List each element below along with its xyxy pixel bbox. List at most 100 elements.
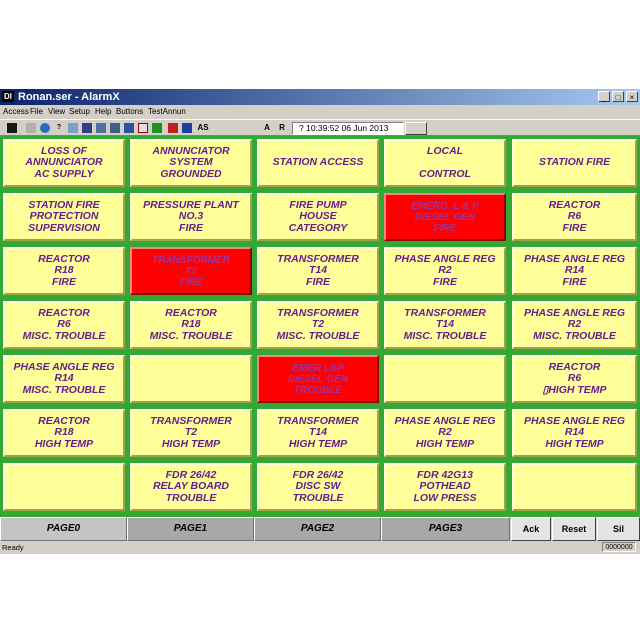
minimize-icon[interactable]: _: [598, 91, 610, 102]
list-icon[interactable]: [96, 123, 106, 133]
view-icon[interactable]: [68, 123, 78, 133]
tile-label: REACTOR R18 HIGH TEMP: [34, 414, 94, 450]
annunciator-tile[interactable]: FDR 26/42 RELAY BOARD TROUBLE: [130, 463, 252, 511]
print-icon[interactable]: [26, 123, 36, 133]
annunciator-tile[interactable]: FDR 42G13 POTHEAD LOW PRESS: [384, 463, 506, 511]
annunciator-tile[interactable]: ANNUNCIATOR SYSTEM GROUNDED: [130, 139, 252, 187]
annunciator-tile[interactable]: TRANSFORMER T14 HIGH TEMP: [257, 409, 379, 457]
annunciator-tile[interactable]: STATION FIRE: [512, 139, 637, 187]
page2-button[interactable]: PAGE2: [254, 517, 381, 541]
title-bar[interactable]: DI Ronan.ser - AlarmX _ □ ×: [0, 89, 640, 105]
annunciator-tile[interactable]: PRESSURE PLANT NO.3 FIRE: [130, 193, 252, 241]
clock-display: ? 10:39:52 06 Jun 2013: [292, 122, 404, 135]
annunciator-tile[interactable]: TRANSFORMER T14 MISC. TROUBLE: [384, 301, 506, 349]
save-icon[interactable]: [7, 123, 17, 133]
annunciator-tile[interactable]: TRANSFORMER T14 FIRE: [257, 247, 379, 295]
menu-buttons[interactable]: Buttons: [116, 107, 143, 116]
page0-button[interactable]: PAGE0: [0, 517, 127, 541]
annunciator-tile[interactable]: PHASE ANGLE REG R2 HIGH TEMP: [384, 409, 506, 457]
tile-label: EMER L&P DIESEL GEN TROUBLE: [287, 362, 349, 396]
network-icon[interactable]: [110, 123, 120, 133]
annunciator-tile[interactable]: STATION ACCESS: [257, 139, 379, 187]
tile-label: FDR 26/42 RELAY BOARD TROUBLE: [152, 468, 230, 504]
annunciator-tile[interactable]: PHASE ANGLE REG R14 MISC. TROUBLE: [3, 355, 125, 403]
tile-label: PHASE ANGLE REG R2 MISC. TROUBLE: [523, 306, 626, 342]
toolbar: ? AS A R ? 10:39:52 06 Jun 2013: [0, 119, 640, 136]
annunciator-tile[interactable]: PHASE ANGLE REG R2 FIRE: [384, 247, 506, 295]
menu-help[interactable]: Help: [95, 107, 111, 116]
zoom-icon[interactable]: [82, 123, 92, 133]
tile-label: REACTOR R18 MISC. TROUBLE: [149, 306, 233, 342]
reset-button[interactable]: Reset: [552, 517, 596, 541]
panel-icon[interactable]: [152, 123, 162, 133]
sil-button[interactable]: Sil: [597, 517, 640, 541]
screen-icon[interactable]: [124, 123, 134, 133]
grid-icon[interactable]: [168, 123, 178, 133]
annunciator-tile[interactable]: LOCAL CONTROL: [384, 139, 506, 187]
tile-label: PHASE ANGLE REG R2 FIRE: [394, 252, 496, 288]
annunciator-tile[interactable]: EMER L&P DIESEL GEN TROUBLE: [257, 355, 379, 403]
menu-testannun[interactable]: TestAnnun: [148, 107, 186, 116]
tile-label: FDR 26/42 DISC SW TROUBLE: [292, 468, 344, 504]
annunciator-tile[interactable]: LOSS OF ANNUNCIATOR AC SUPPLY: [3, 139, 125, 187]
menu-view[interactable]: View: [48, 107, 65, 116]
tile-label: ANNUNCIATOR SYSTEM GROUNDED: [152, 144, 230, 180]
tile-label: LOSS OF ANNUNCIATOR AC SUPPLY: [25, 144, 103, 180]
annunciator-tile[interactable]: TRANSFORMER T2 MISC. TROUBLE: [257, 301, 379, 349]
maximize-icon[interactable]: □: [612, 91, 624, 102]
menu-file[interactable]: File: [30, 107, 43, 116]
as-button[interactable]: AS: [196, 123, 210, 133]
tile-label: PHASE ANGLE REG R14 FIRE: [523, 252, 626, 288]
tile-label: LOCAL CONTROL: [419, 144, 471, 180]
close-icon[interactable]: ×: [626, 91, 638, 102]
help-icon[interactable]: ?: [54, 123, 64, 133]
annunciator-tile[interactable]: [384, 355, 506, 403]
tile-label: STATION FIRE: [538, 156, 611, 169]
annunciator-tile[interactable]: REACTOR R18 HIGH TEMP: [3, 409, 125, 457]
tile-label: REACTOR R6 ▯HIGH TEMP: [542, 360, 607, 396]
annunciator-grid: LOSS OF ANNUNCIATOR AC SUPPLY ANNUNCIATOR…: [0, 136, 640, 517]
annunciator-tile[interactable]: REACTOR R6 ▯HIGH TEMP: [512, 355, 637, 403]
app-icon[interactable]: DI: [2, 91, 14, 102]
annunciator-tile[interactable]: FIRE PUMP HOUSE CATEGORY: [257, 193, 379, 241]
menu-setup[interactable]: Setup: [69, 107, 90, 116]
annunciator-tile[interactable]: PHASE ANGLE REG R14 HIGH TEMP: [512, 409, 637, 457]
clock-button[interactable]: [405, 122, 427, 135]
tile-label: TRANSFORMER T2 FIRE: [152, 254, 230, 288]
annunciator-tile[interactable]: REACTOR R6 MISC. TROUBLE: [3, 301, 125, 349]
tile-label: TRANSFORMER T2 MISC. TROUBLE: [276, 306, 360, 342]
annunciator-tile[interactable]: REACTOR R18 FIRE: [3, 247, 125, 295]
page1-button[interactable]: PAGE1: [127, 517, 254, 541]
tile-label: REACTOR R18 FIRE: [38, 252, 90, 288]
annunciator-tile[interactable]: PHASE ANGLE REG R14 FIRE: [512, 247, 637, 295]
r-button[interactable]: R: [277, 123, 287, 133]
status-ready: Ready: [2, 543, 24, 552]
annunciator-tile[interactable]: [512, 463, 637, 511]
menu-bar: Access File View Setup Help Buttons Test…: [0, 105, 640, 119]
annunciator-tile[interactable]: [130, 355, 252, 403]
tile-label: TRANSFORMER T2 HIGH TEMP: [150, 414, 232, 450]
tile-label: TRANSFORMER T14 HIGH TEMP: [277, 414, 359, 450]
tile-label: PRESSURE PLANT NO.3 FIRE: [143, 198, 239, 234]
annunciator-tile[interactable]: TRANSFORMER T2 FIRE: [130, 247, 252, 295]
globe-icon[interactable]: [40, 123, 50, 133]
annunciator-tile[interactable]: TRANSFORMER T2 HIGH TEMP: [130, 409, 252, 457]
menu-access[interactable]: Access: [3, 107, 29, 116]
annunciator-tile[interactable]: REACTOR R6 FIRE: [512, 193, 637, 241]
tile-label: REACTOR R6 FIRE: [548, 198, 601, 234]
window-icon[interactable]: [138, 123, 148, 133]
tile-label: EMERG. L & P DIESEL GEN FIRE: [411, 200, 479, 234]
tile-icon[interactable]: [182, 123, 192, 133]
annunciator-tile[interactable]: EMERG. L & P DIESEL GEN FIRE: [384, 193, 506, 241]
annunciator-tile[interactable]: STATION FIRE PROTECTION SUPERVISION: [3, 193, 125, 241]
annunciator-tile[interactable]: REACTOR R18 MISC. TROUBLE: [130, 301, 252, 349]
annunciator-tile[interactable]: FDR 26/42 DISC SW TROUBLE: [257, 463, 379, 511]
a-button[interactable]: A: [262, 123, 272, 133]
tile-label: TRANSFORMER T14 FIRE: [277, 252, 359, 288]
annunciator-tile[interactable]: [3, 463, 125, 511]
annunciator-tile[interactable]: PHASE ANGLE REG R2 MISC. TROUBLE: [512, 301, 637, 349]
tile-label: STATION ACCESS: [272, 156, 364, 169]
ack-button[interactable]: Ack: [511, 517, 551, 541]
page3-button[interactable]: PAGE3: [381, 517, 510, 541]
tile-label: PHASE ANGLE REG R14 MISC. TROUBLE: [13, 360, 115, 396]
